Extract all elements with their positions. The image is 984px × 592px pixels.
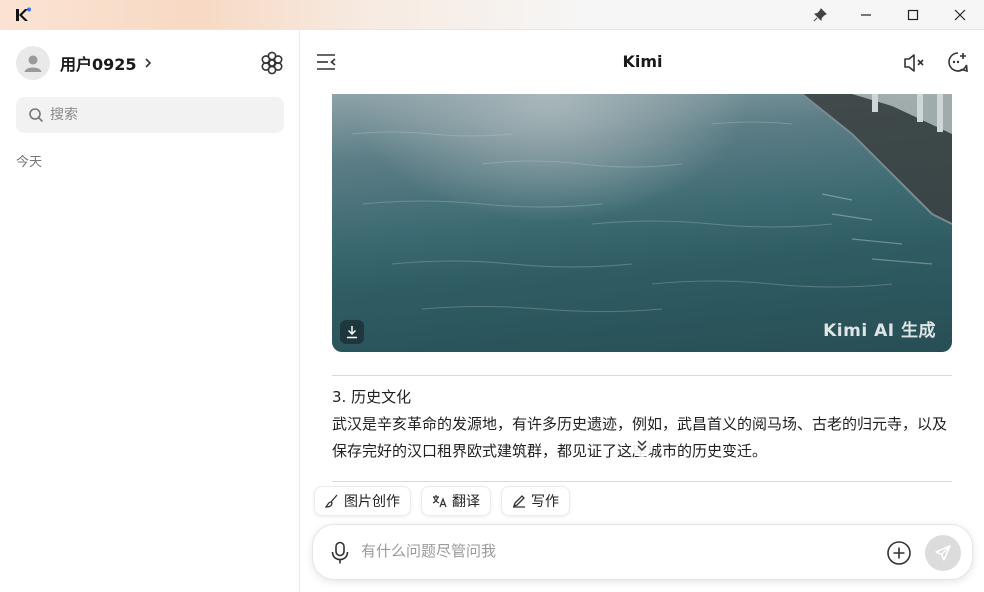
speaker-muted-icon	[904, 54, 924, 72]
download-button[interactable]	[340, 320, 364, 344]
microphone-icon	[331, 541, 349, 564]
message-input[interactable]	[361, 542, 861, 560]
maximize-button[interactable]	[890, 0, 936, 30]
main-panel: Kimi Kimi AI 生成 3. 历史文化 武汉是辛亥革命的发源地，有许多历…	[301, 30, 984, 592]
message-heading: 3. 历史文化	[332, 388, 412, 406]
divider	[332, 481, 952, 482]
flower-settings-icon	[261, 51, 283, 75]
voice-input-button[interactable]	[327, 539, 353, 567]
settings-button[interactable]	[259, 50, 285, 76]
sidebar: 用户0925 今天	[0, 30, 300, 592]
chip-image-creation[interactable]: 图片创作	[314, 486, 411, 516]
chip-label: 写作	[531, 494, 559, 510]
close-button[interactable]	[937, 0, 983, 30]
mute-button[interactable]	[900, 49, 928, 77]
scroll-to-bottom-button[interactable]	[631, 435, 653, 457]
send-button[interactable]	[925, 535, 961, 571]
message-composer[interactable]	[312, 524, 973, 580]
search-input[interactable]	[50, 107, 270, 123]
kimi-logo-icon	[14, 6, 32, 24]
chat-area[interactable]: Kimi AI 生成 3. 历史文化 武汉是辛亥革命的发源地，有许多历史遗迹，例…	[301, 94, 984, 486]
attach-button[interactable]	[885, 539, 913, 567]
avatar[interactable]	[16, 46, 50, 80]
plus-circle-icon	[887, 541, 911, 565]
quick-actions: 图片创作 翻译 写作	[314, 486, 570, 516]
minimize-button[interactable]	[843, 0, 889, 30]
page-title: Kimi	[622, 52, 663, 71]
chevron-right-icon	[144, 58, 151, 68]
search-icon	[29, 108, 44, 123]
search-box[interactable]	[16, 97, 284, 133]
username[interactable]: 用户0925	[60, 51, 137, 75]
title-bar	[0, 0, 984, 30]
water-scene	[351, 94, 952, 312]
chip-label: 图片创作	[344, 494, 400, 510]
image-watermark: Kimi AI 生成	[823, 321, 936, 341]
section-heading-today: 今天	[16, 155, 43, 170]
new-chat-button[interactable]	[944, 48, 972, 76]
double-chevron-down-icon	[637, 440, 647, 452]
divider	[332, 375, 952, 376]
pen-icon	[512, 495, 525, 508]
pin-icon[interactable]	[797, 0, 843, 30]
main-header: Kimi	[301, 30, 984, 94]
chip-translate[interactable]: 翻译	[421, 486, 491, 516]
user-profile[interactable]: 用户0925	[16, 46, 153, 80]
new-chat-icon	[948, 52, 968, 73]
generated-image[interactable]: Kimi AI 生成	[332, 94, 952, 352]
brush-icon	[325, 494, 338, 508]
download-icon	[347, 326, 357, 339]
translate-icon	[432, 495, 447, 508]
send-icon	[935, 545, 951, 561]
chip-writing[interactable]: 写作	[501, 486, 570, 516]
chip-label: 翻译	[452, 494, 480, 510]
user-icon	[24, 55, 42, 72]
